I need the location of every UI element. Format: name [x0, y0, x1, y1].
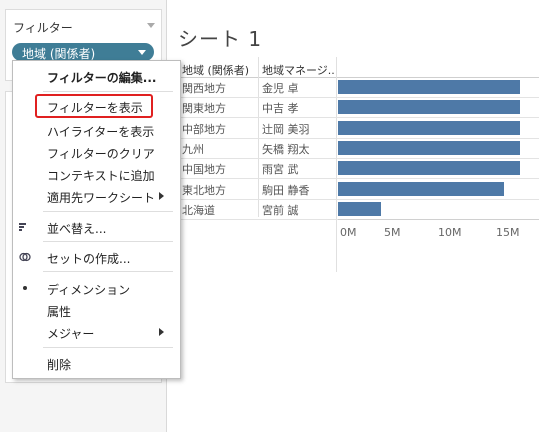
- manager-cell: 辻岡 美羽: [262, 122, 310, 136]
- column-header-region[interactable]: 地域 (関係者): [182, 62, 249, 78]
- manager-cell: 雨宮 武: [262, 163, 299, 177]
- x-axis-line: [338, 219, 539, 220]
- filter-pill-region[interactable]: 地域 (関係者): [12, 43, 154, 61]
- region-cell: 関東地方: [182, 102, 226, 116]
- region-cell: 北海道: [182, 203, 215, 217]
- bar-mark[interactable]: [338, 100, 520, 115]
- menu-item-show-highlighter[interactable]: ハイライターを表示: [47, 123, 154, 140]
- bar-mark[interactable]: [338, 140, 520, 155]
- menu-item-sort[interactable]: 並べ替え...: [47, 220, 106, 237]
- sort-icon: [19, 223, 26, 231]
- menu-item-clear-filter[interactable]: フィルターのクリア: [47, 145, 155, 162]
- region-cell: 九州: [182, 142, 204, 156]
- bar-mark[interactable]: [338, 161, 520, 176]
- selected-bullet-icon: [23, 286, 27, 290]
- menu-separator: [43, 91, 173, 92]
- manager-cell: 金児 卓: [262, 82, 299, 95]
- manager-cell: 中吉 孝: [262, 102, 299, 116]
- axis-tick-label: 0M: [340, 226, 357, 239]
- menu-item-apply-to-worksheets[interactable]: 適用先ワークシート: [47, 189, 155, 206]
- manager-cell: 駒田 静香: [262, 183, 310, 197]
- highlight-box: [35, 94, 153, 118]
- region-cell: 関西地方: [182, 82, 226, 95]
- bar-mark[interactable]: [338, 181, 504, 196]
- menu-item-measure[interactable]: メジャー: [47, 325, 94, 342]
- manager-cell: 宮前 誠: [262, 203, 299, 217]
- bar-mark[interactable]: [338, 201, 381, 216]
- create-set-icon: [19, 252, 31, 262]
- axis-tick-label: 5M: [384, 226, 401, 239]
- menu-item-attribute[interactable]: 属性: [47, 303, 71, 320]
- menu-item-remove[interactable]: 削除: [47, 356, 71, 373]
- region-cell: 中部地方: [182, 122, 226, 136]
- region-cell: 東北地方: [182, 183, 226, 197]
- menu-separator: [43, 347, 173, 348]
- sheet-title: シート 1: [178, 27, 263, 51]
- column-header-manager[interactable]: 地域マネージ..: [262, 62, 335, 78]
- region-cell: 中国地方: [182, 163, 226, 177]
- menu-item-create-set[interactable]: セットの作成...: [47, 250, 130, 267]
- bar-mark[interactable]: [338, 80, 520, 94]
- submenu-arrow-icon: [159, 192, 164, 200]
- axis-tick-label: 10M: [438, 226, 462, 239]
- manager-cell: 矢橋 翔太: [262, 142, 310, 156]
- pill-dropdown-icon[interactable]: [138, 50, 146, 55]
- submenu-arrow-icon: [159, 328, 164, 336]
- bar-mark[interactable]: [338, 120, 520, 135]
- menu-item-add-to-context[interactable]: コンテキストに追加: [47, 167, 155, 184]
- menu-separator: [43, 241, 173, 242]
- menu-item-dimension[interactable]: ディメンション: [47, 281, 130, 298]
- axis-tick-label: 15M: [496, 226, 520, 239]
- menu-separator: [43, 271, 173, 272]
- context-menu: フィルターの編集... フィルターを表示 ハイライターを表示 フィルターのクリア…: [12, 60, 181, 379]
- menu-item-edit-filter[interactable]: フィルターの編集...: [47, 69, 156, 86]
- filters-menu-caret-icon[interactable]: [147, 23, 155, 28]
- filters-title: フィルター: [13, 21, 73, 35]
- menu-separator: [43, 211, 173, 212]
